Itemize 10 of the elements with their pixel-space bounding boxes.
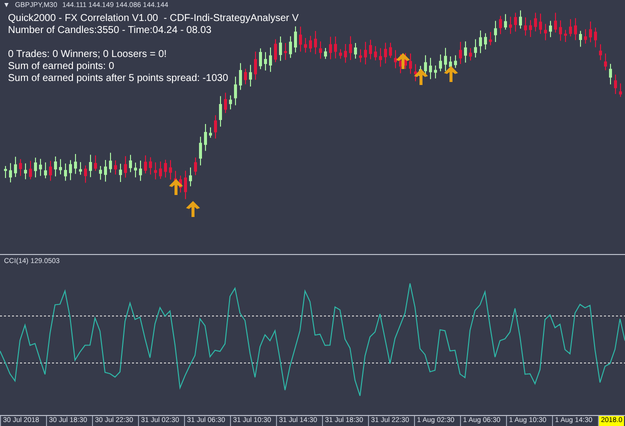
arrow-icon xyxy=(396,53,410,69)
info-text: Number of Candles:3550 - Time:04.24 - 08.03 xyxy=(8,25,212,37)
arrow-icon xyxy=(444,66,458,82)
stats-text: 0 Trades: 0 Winners; 0 Loosers = 0! xyxy=(8,49,168,61)
arrow-icon xyxy=(186,201,200,217)
stats-text: Sum of earned points after 5 points spread: -1030 xyxy=(8,73,230,85)
arrow-icon xyxy=(414,69,428,85)
stats-text: Sum of earned points: 0 xyxy=(8,61,116,73)
arrow-icon xyxy=(169,179,183,195)
info-text: Quick2000 - FX Correlation V1.00 - CDF-Indi-StrategyAnalyser V xyxy=(8,13,299,25)
